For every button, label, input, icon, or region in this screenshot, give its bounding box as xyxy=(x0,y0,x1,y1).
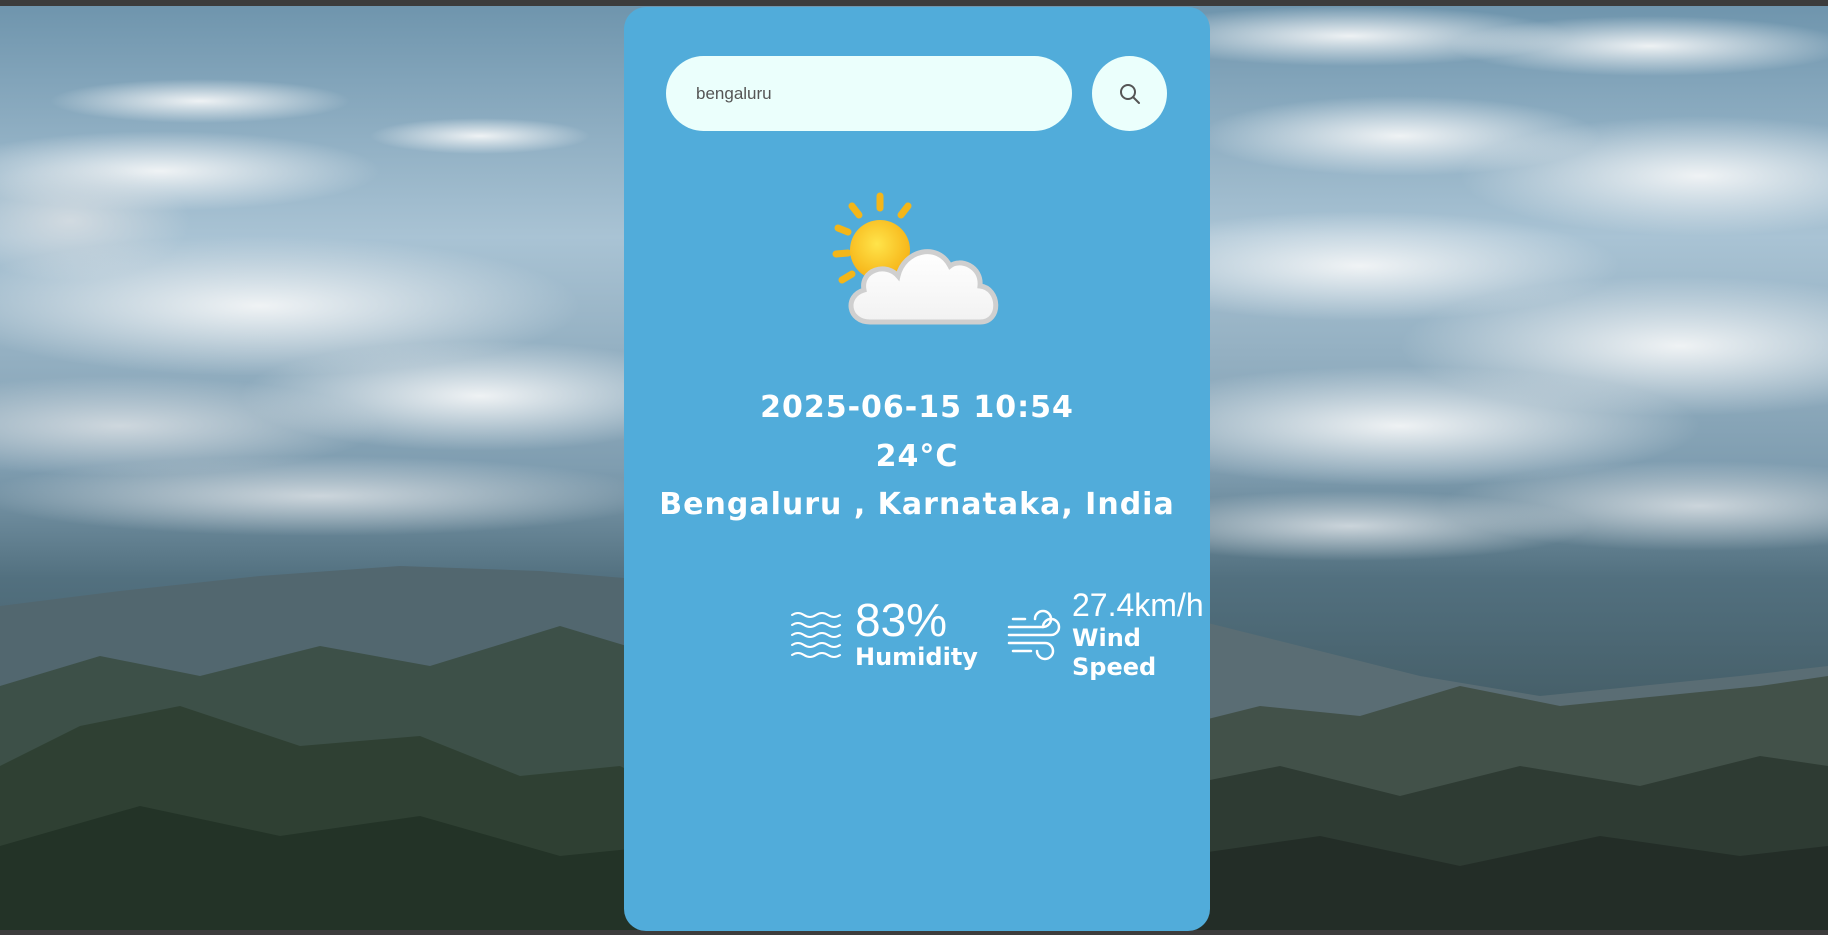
datetime-text: 2025-06-15 10:54 xyxy=(760,390,1074,425)
partly-cloudy-icon xyxy=(832,192,999,325)
wind-speed-value: 27.4km/h xyxy=(1072,587,1204,623)
humidity-icon xyxy=(791,612,841,658)
search-input[interactable] xyxy=(666,56,1072,131)
search-button[interactable] xyxy=(1092,56,1167,131)
search-icon xyxy=(1119,83,1140,104)
humidity-label: Humidity xyxy=(855,643,978,671)
location-text: Bengaluru , Karnataka, India xyxy=(659,487,1175,522)
wind-icon xyxy=(1007,609,1061,661)
humidity-value: 83% xyxy=(855,594,948,646)
weather-card: 2025-06-15 10:54 24°C Bengaluru , Karnat… xyxy=(624,7,1210,931)
wind-speed-label: Wind Speed xyxy=(1072,624,1157,681)
temperature-text: 24°C xyxy=(875,439,959,474)
